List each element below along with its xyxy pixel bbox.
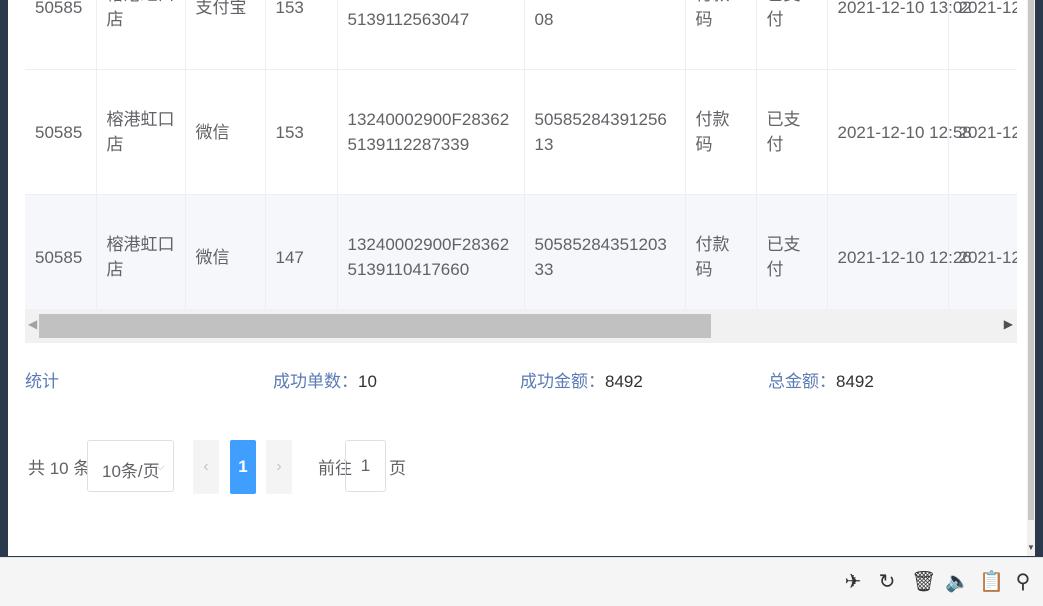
- success-count: 成功单数：10: [273, 367, 377, 392]
- pagination: 共 10 条 10条/页 ⌵ ‹ 1 › 前往 1 页: [8, 438, 1035, 496]
- next-page-button[interactable]: ›: [266, 440, 292, 494]
- chevron-down-icon: ⌵: [155, 459, 165, 473]
- table-row[interactable]: 50585 榕港虹口店 微信 153 13240002900F283625139…: [25, 69, 1017, 195]
- table-row[interactable]: 50585 榕港虹口店 微信 147 13240002900F283625139…: [25, 194, 1017, 320]
- stats-bar: 统计 成功单数：10 成功金额：8492 总金额：8492: [8, 367, 1035, 397]
- cell-paid: 2021-12-1: [948, 194, 1017, 320]
- trash-icon[interactable]: 🗑: [911, 571, 936, 593]
- cell-trade-no: 5058528435120333: [524, 194, 686, 320]
- cell-order-no: 13240002900F283625139112287339: [337, 69, 525, 195]
- success-amount-value: 8492: [605, 372, 643, 391]
- prev-page-button[interactable]: ‹: [193, 440, 219, 494]
- success-amount: 成功金额：8492: [520, 367, 643, 392]
- cell-paid: 2021-12-1: [948, 69, 1017, 195]
- stats-title-label: 统计: [25, 372, 59, 391]
- success-count-value: 10: [358, 372, 377, 391]
- table-row[interactable]: 50585 榕港虹口店 支付宝 153 13240002900F28362513…: [25, 0, 1017, 70]
- chevron-left-icon: ‹: [203, 458, 209, 475]
- main-panel: 50585 榕港虹口店 支付宝 153 13240002900F28362513…: [8, 0, 1035, 556]
- bottom-toolbar: ✈ ↻ 🗑 🔈 📋 ⚲: [0, 557, 1043, 606]
- vertical-scrollbar-thumb[interactable]: [1028, 0, 1034, 520]
- cell-created: 2021-12-10 13:02: [827, 0, 972, 70]
- search-icon[interactable]: ⚲: [1013, 571, 1033, 593]
- page-size-select[interactable]: 10条/页 ⌵: [87, 440, 174, 492]
- scroll-right-icon[interactable]: ▶: [1004, 317, 1013, 331]
- cell-trade-no: 5058528439133408: [524, 0, 686, 70]
- success-amount-label: 成功金额：: [520, 372, 605, 391]
- cell-status: 已支付: [756, 0, 828, 70]
- cell-paid: 2021-12-10 13:02: [948, 0, 1017, 70]
- cell-store-name: 榕港虹口店: [96, 0, 186, 70]
- cell-order-no: 13240002900F283625139110417660: [337, 194, 525, 320]
- scroll-left-icon[interactable]: ◀: [28, 317, 37, 331]
- cell-created: 2021-12-10 12:26: [827, 194, 972, 320]
- cell-status: 已支付: [756, 194, 828, 320]
- vertical-scrollbar[interactable]: ▼: [1027, 0, 1035, 556]
- cell-amount: 147: [265, 194, 338, 320]
- success-count-label: 成功单数：: [273, 372, 358, 391]
- cell-store-id: 50585: [25, 69, 97, 195]
- cell-store-id: 50585: [25, 194, 97, 320]
- chevron-right-icon: ›: [276, 458, 282, 475]
- total-amount: 总金额：8492: [768, 367, 874, 392]
- cell-order-no: 13240002900F283625139112563047: [337, 0, 525, 70]
- cell-pay-type: 微信: [185, 69, 266, 195]
- clipboard-icon[interactable]: 📋: [979, 571, 1004, 593]
- page-size-value: 10条/页: [102, 462, 160, 481]
- cell-created: 2021-12-10 12:58: [827, 69, 972, 195]
- scroll-down-icon[interactable]: ▼: [1027, 543, 1035, 552]
- horizontal-scrollbar[interactable]: ◀ ▶: [25, 309, 1017, 343]
- cell-store-name: 榕港虹口店: [96, 69, 186, 195]
- toolbar-icons: ✈ ↻ 🗑 🔈 📋 ⚲: [843, 571, 1033, 593]
- cell-trade-no: 5058528439125613: [524, 69, 686, 195]
- cell-status: 已支付: [756, 69, 828, 195]
- cell-method: 付款码: [685, 194, 757, 320]
- goto-page-input[interactable]: 1: [345, 440, 386, 492]
- cell-method: 付款码: [685, 69, 757, 195]
- refresh-icon[interactable]: ↻: [877, 571, 897, 593]
- cell-store-id: 50585: [25, 0, 97, 70]
- cell-amount: 153: [265, 0, 338, 70]
- rocket-icon[interactable]: ✈: [843, 571, 863, 593]
- pagination-total: 共 10 条: [28, 459, 91, 478]
- cell-amount: 153: [265, 69, 338, 195]
- cell-store-name: 榕港虹口店: [96, 194, 186, 320]
- total-amount-label: 总金额：: [768, 372, 836, 391]
- scrollbar-thumb[interactable]: [39, 314, 711, 338]
- page-number-current[interactable]: 1: [230, 440, 256, 494]
- cell-pay-type: 微信: [185, 194, 266, 320]
- orders-grid: 50585 榕港虹口店 支付宝 153 13240002900F28362513…: [25, 0, 1017, 320]
- stats-title: 统计: [25, 367, 59, 392]
- goto-suffix: 页: [389, 459, 406, 478]
- volume-icon[interactable]: 🔈: [945, 571, 970, 593]
- orders-table: 50585 榕港虹口店 支付宝 153 13240002900F28362513…: [25, 0, 1017, 343]
- cell-pay-type: 支付宝: [185, 0, 266, 70]
- cell-method: 付款码: [685, 0, 757, 70]
- total-amount-value: 8492: [836, 372, 874, 391]
